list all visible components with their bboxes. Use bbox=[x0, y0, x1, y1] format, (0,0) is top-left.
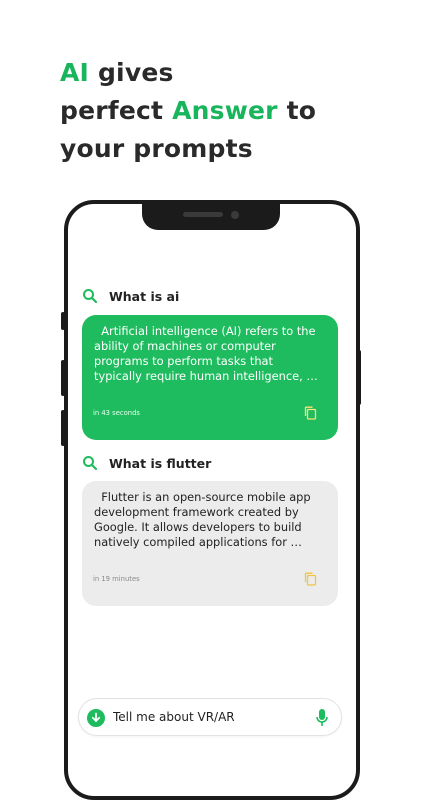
answer-text: Flutter is an open-source mobile app dev… bbox=[94, 490, 311, 549]
headline: AI gives perfect Answer to your prompts bbox=[60, 54, 316, 168]
copy-icon[interactable] bbox=[304, 406, 317, 420]
headline-text: gives bbox=[89, 58, 174, 87]
headline-accent-answer: Answer bbox=[172, 96, 278, 125]
answer-time: in 43 seconds bbox=[93, 409, 140, 417]
copy-icon[interactable] bbox=[304, 572, 317, 586]
headline-line-3: your prompts bbox=[60, 134, 253, 163]
prompt-input-bar bbox=[78, 698, 342, 736]
query-text: What is ai bbox=[109, 288, 180, 304]
headline-text: perfect bbox=[60, 96, 173, 125]
chat-query-2: What is flutter bbox=[82, 455, 211, 471]
download-icon[interactable] bbox=[87, 709, 105, 727]
answer-text: Artificial intelligence (AI) refers to t… bbox=[94, 324, 316, 383]
headline-line-2: perfect Answer to bbox=[60, 92, 316, 130]
chat-query-1: What is ai bbox=[82, 288, 179, 304]
query-text: What is flutter bbox=[109, 455, 212, 471]
headline-line-1: AI gives bbox=[60, 54, 316, 92]
prompt-input[interactable] bbox=[113, 707, 303, 727]
search-icon bbox=[83, 456, 98, 471]
phone-speaker bbox=[183, 212, 223, 217]
headline-text: to bbox=[277, 96, 317, 125]
phone-camera bbox=[231, 211, 239, 219]
microphone-icon[interactable] bbox=[315, 708, 329, 728]
answer-time: in 19 minutes bbox=[93, 575, 140, 583]
answer-card-1[interactable]: Artificial intelligence (AI) refers to t… bbox=[82, 315, 338, 440]
headline-accent-ai: AI bbox=[60, 58, 90, 87]
answer-card-2[interactable]: Flutter is an open-source mobile app dev… bbox=[82, 481, 338, 606]
search-icon bbox=[83, 289, 98, 304]
